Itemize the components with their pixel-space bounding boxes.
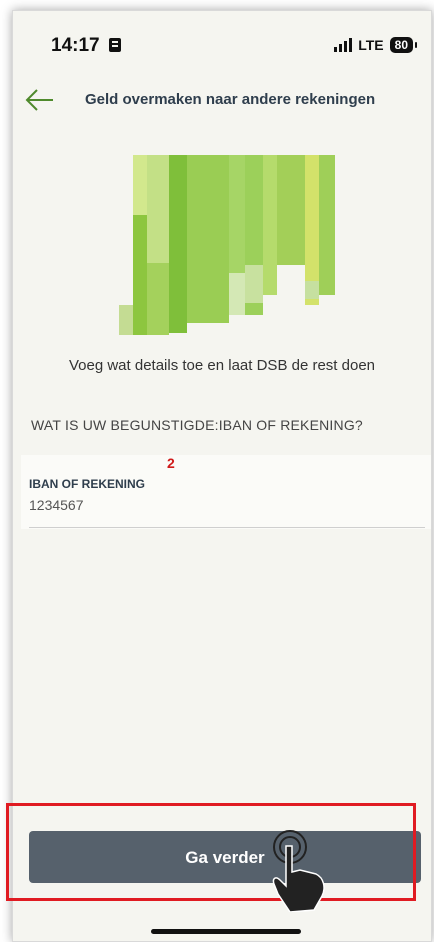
beneficiary-section-label: WAT IS UW BEGUNSTIGDE:IBAN OF REKENING?	[31, 417, 363, 433]
battery-indicator: 80	[389, 37, 418, 53]
status-indicators: LTE 80	[334, 37, 418, 53]
page-title: Geld overmaken naar andere rekeningen	[85, 91, 376, 108]
back-button[interactable]	[23, 85, 57, 115]
status-bar: 14:17 LTE 80	[13, 11, 431, 71]
iban-field-container[interactable]: 2 IBAN OF REKENING	[21, 455, 431, 529]
id-card-icon	[108, 38, 121, 52]
iban-field-label: IBAN OF REKENING	[29, 477, 146, 491]
iban-input[interactable]	[29, 497, 425, 513]
tagline-text: Voeg wat details toe en laat DSB de rest…	[68, 357, 376, 374]
page-header: Geld overmaken naar andere rekeningen	[13, 81, 431, 121]
arrow-left-icon	[25, 89, 53, 111]
status-time-text: 14:17	[51, 35, 100, 56]
hero-illustration	[119, 155, 335, 335]
network-label: LTE	[358, 37, 384, 53]
highlight-frame	[6, 803, 416, 901]
step-marker: 2	[167, 455, 175, 471]
home-indicator	[151, 929, 301, 934]
signal-icon	[334, 38, 353, 52]
field-underline	[29, 527, 425, 528]
status-time: 14:17	[51, 35, 121, 57]
